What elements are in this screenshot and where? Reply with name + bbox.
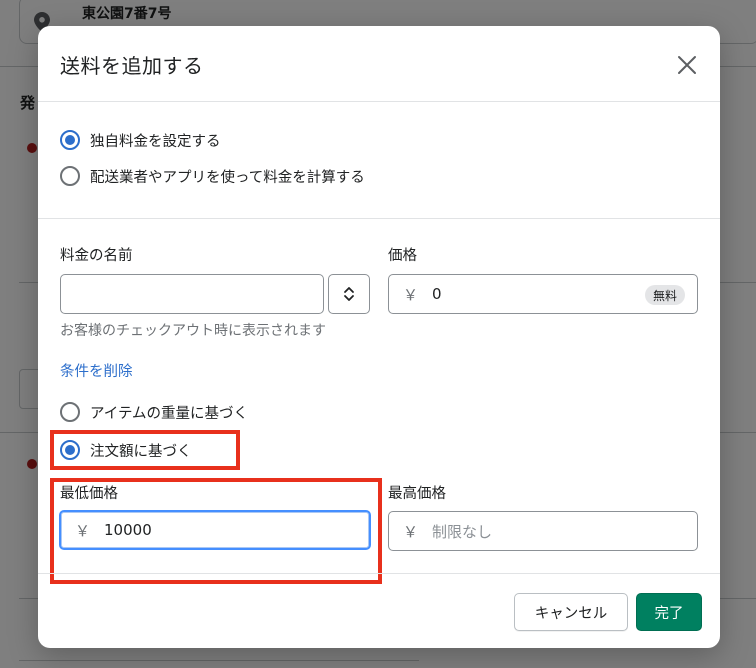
radio-label: アイテムの重量に基づく: [90, 405, 249, 422]
rate-name-input[interactable]: [60, 274, 324, 314]
radio-button-checked[interactable]: [60, 130, 80, 150]
radio-custom-rate[interactable]: 独自料金を設定する: [60, 128, 221, 152]
radio-carrier-rate[interactable]: 配送業者やアプリを使って料金を計算する: [60, 164, 365, 188]
price-label: 価格: [388, 248, 417, 264]
radio-label: 配送業者やアプリを使って料金を計算する: [90, 169, 365, 186]
max-price-input[interactable]: ￥ 制限なし: [388, 511, 698, 551]
currency-symbol: ￥: [403, 522, 419, 541]
remove-conditions-link[interactable]: 条件を削除: [60, 360, 133, 381]
max-price-label: 最高価格: [388, 486, 446, 502]
max-price-placeholder: 制限なし: [432, 522, 493, 541]
footer-divider: [38, 573, 720, 574]
radio-weight-based[interactable]: アイテムの重量に基づく: [60, 400, 248, 424]
radio-button-checked[interactable]: [60, 440, 80, 460]
close-icon: [678, 56, 696, 74]
min-price-input[interactable]: ￥ 10000: [59, 510, 371, 550]
currency-symbol: ￥: [75, 521, 91, 540]
radio-button[interactable]: [60, 402, 80, 422]
done-button[interactable]: 完了: [636, 593, 702, 631]
radio-price-based[interactable]: 注文額に基づく: [60, 438, 192, 462]
rate-name-help-text: お客様のチェックアウト時に表示されます: [60, 323, 326, 339]
rate-name-label: 料金の名前: [60, 248, 133, 264]
radio-label: 注文額に基づく: [90, 443, 192, 460]
min-price-value: 10000: [104, 521, 152, 539]
free-badge: 無料: [644, 285, 685, 305]
modal-header: 送料を追加する: [38, 26, 720, 102]
price-input[interactable]: ￥ 0 無料: [388, 274, 698, 314]
stepper-arrows-icon: [344, 287, 354, 301]
min-price-label: 最低価格: [60, 486, 118, 502]
section-divider: [38, 218, 720, 219]
rate-name-stepper[interactable]: [328, 274, 370, 314]
cancel-button[interactable]: キャンセル: [514, 593, 628, 631]
currency-symbol: ￥: [403, 285, 419, 304]
radio-button[interactable]: [60, 166, 80, 186]
radio-label: 独自料金を設定する: [90, 133, 221, 150]
close-button[interactable]: [672, 50, 702, 80]
modal-title: 送料を追加する: [60, 54, 204, 78]
price-value: 0: [432, 285, 442, 303]
add-shipping-rate-modal: 送料を追加する 独自料金を設定する 配送業者やアプリを使って料金を計算する 料金…: [38, 26, 720, 648]
